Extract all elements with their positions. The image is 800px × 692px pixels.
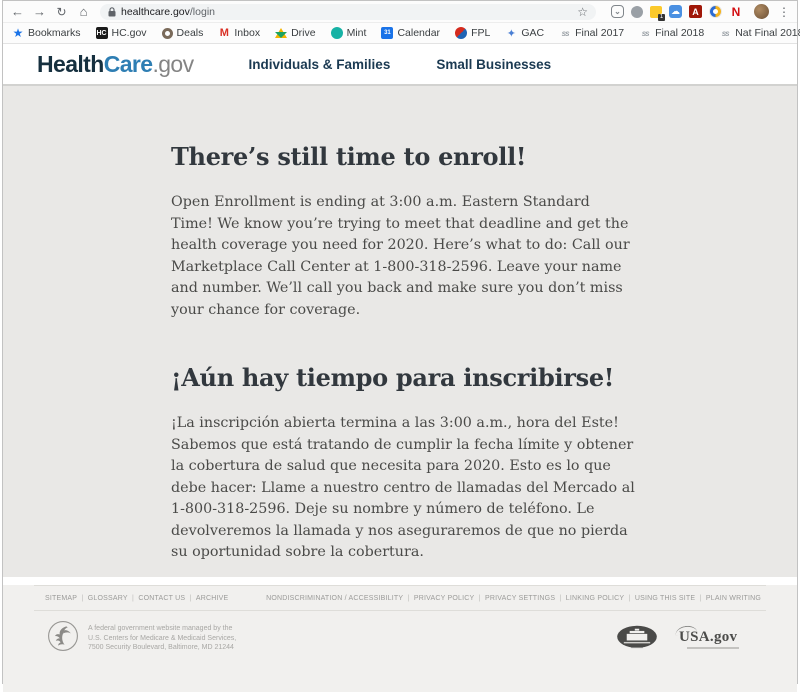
nav-small-businesses[interactable]: Small Businesses	[436, 57, 551, 72]
bookmark-label: FPL	[471, 27, 490, 39]
bookmark-hcgov[interactable]: HC HC.gov	[96, 27, 147, 39]
enrollment-message: There’s still time to enroll! Open Enrol…	[171, 86, 635, 592]
bookmarks-bar: ★ Bookmarks HC HC.gov Deals M Inbox Driv…	[3, 23, 797, 44]
logo-health: Health	[37, 51, 104, 77]
footer-link-privacy-policy[interactable]: PRIVACY POLICY	[414, 595, 485, 602]
mint-icon	[331, 27, 343, 39]
footer-link-nondiscrimination[interactable]: NONDISCRIMINATION / ACCESSIBILITY	[266, 595, 414, 602]
bookmark-label: GAC	[521, 27, 544, 39]
footer-link-privacy-settings[interactable]: PRIVACY SETTINGS	[485, 595, 566, 602]
notes-extension-icon[interactable]: 1	[650, 6, 662, 18]
bookmark-star-icon[interactable]: ☆	[577, 5, 588, 19]
bookmark-label: Drive	[291, 27, 316, 39]
agency-line-1: A federal government website managed by …	[88, 624, 236, 634]
main-nav: Individuals & Families Small Businesses	[249, 57, 552, 72]
usagov-logo[interactable]: USA.gov	[679, 629, 739, 649]
url-path: /login	[190, 6, 215, 18]
logo-care: Care	[104, 51, 153, 77]
browser-window: ← → ↻ ⌂ healthcare.gov/login ☆ ⌄ 1 ☁ A N…	[2, 0, 798, 684]
lock-icon	[108, 7, 116, 17]
browser-menu-icon[interactable]: ⋮	[778, 5, 790, 19]
sas-favicon: ss	[639, 27, 651, 39]
footer-link-linking-policy[interactable]: LINKING POLICY	[566, 595, 635, 602]
spanish-paragraph: ¡La inscripción abierta termina a las 3:…	[171, 413, 635, 564]
bookmark-label: Nat Final 2018	[735, 27, 800, 39]
page-body: There’s still time to enroll! Open Enrol…	[3, 86, 797, 577]
footer-links-right: NONDISCRIMINATION / ACCESSIBILITY PRIVAC…	[266, 595, 761, 602]
bookmark-final-2018[interactable]: ss Final 2018	[639, 27, 704, 39]
star-icon: ★	[12, 27, 24, 39]
gmail-icon: M	[218, 27, 230, 39]
circle-extension-icon[interactable]	[631, 6, 643, 18]
pocket-extension-icon[interactable]: ⌄	[611, 5, 624, 18]
agency-line-2: U.S. Centers for Medicare & Medicaid Ser…	[88, 634, 236, 644]
gac-favicon: ✦	[505, 27, 517, 39]
bookmark-label: Calendar	[397, 27, 440, 39]
bookmark-final-2017[interactable]: ss Final 2017	[559, 27, 624, 39]
nav-individuals-families[interactable]: Individuals & Families	[249, 57, 391, 72]
compass-extension-icon[interactable]	[709, 5, 722, 18]
bookmark-mint[interactable]: Mint	[331, 27, 367, 39]
bookmark-label: Mint	[347, 27, 367, 39]
bookmark-inbox[interactable]: M Inbox	[218, 27, 260, 39]
calendar-icon: 31	[381, 27, 393, 39]
netflix-extension-icon[interactable]: N	[729, 5, 743, 19]
footer-links-left: SITEMAP GLOSSARY CONTACT US ARCHIVE	[45, 595, 228, 602]
footer-link-contact-us[interactable]: CONTACT US	[138, 595, 195, 602]
url-text: healthcare.gov/login	[121, 6, 215, 18]
deals-favicon	[162, 28, 173, 39]
footer-link-glossary[interactable]: GLOSSARY	[88, 595, 139, 602]
footer-link-sitemap[interactable]: SITEMAP	[45, 595, 88, 602]
bookmark-calendar[interactable]: 31 Calendar	[381, 27, 440, 39]
site-footer: SITEMAP GLOSSARY CONTACT US ARCHIVE NOND…	[3, 585, 797, 692]
bookmark-label: Bookmarks	[28, 27, 81, 39]
bookmark-label: Final 2017	[575, 27, 624, 39]
drive-icon	[275, 28, 287, 38]
logo-gov: .gov	[152, 51, 193, 77]
bookmark-fpl[interactable]: FPL	[455, 27, 490, 39]
site-header: HealthCare.gov Individuals & Families Sm…	[3, 44, 797, 86]
footer-link-archive[interactable]: ARCHIVE	[196, 595, 229, 602]
bookmark-nat-final-2018[interactable]: ss Nat Final 2018	[719, 27, 800, 39]
url-domain: healthcare.gov	[121, 6, 190, 18]
bookmark-deals[interactable]: Deals	[162, 27, 204, 39]
back-icon[interactable]: ←	[8, 2, 27, 22]
extension-badge: 1	[658, 14, 665, 21]
white-house-logo-icon[interactable]	[615, 624, 659, 654]
healthcare-gov-logo[interactable]: HealthCare.gov	[37, 51, 194, 78]
sas-favicon: ss	[559, 27, 571, 39]
footer-links: SITEMAP GLOSSARY CONTACT US ARCHIVE NOND…	[3, 586, 797, 610]
english-paragraph: Open Enrollment is ending at 3:00 a.m. E…	[171, 192, 635, 321]
extensions-row: ⌄ 1 ☁ A N	[611, 5, 743, 19]
bookmark-label: Deals	[177, 27, 204, 39]
agency-text: A federal government website managed by …	[88, 624, 236, 653]
footer-logos: USA.gov	[615, 624, 767, 654]
footer-bottom: A federal government website managed by …	[3, 611, 797, 657]
english-heading: There’s still time to enroll!	[171, 142, 635, 171]
spanish-heading: ¡Aún hay tiempo para inscribirse!	[171, 363, 635, 392]
usagov-tagline	[687, 647, 739, 649]
usagov-label: USA.gov	[679, 629, 737, 646]
bookmark-label: Final 2018	[655, 27, 704, 39]
bookmark-label: HC.gov	[112, 27, 147, 39]
fpl-favicon	[455, 27, 467, 39]
bookmark-drive[interactable]: Drive	[275, 27, 316, 39]
forward-icon[interactable]: →	[30, 2, 49, 22]
reload-icon[interactable]: ↻	[52, 2, 71, 22]
home-icon[interactable]: ⌂	[74, 2, 93, 22]
bookmark-bookmarks[interactable]: ★ Bookmarks	[12, 27, 81, 39]
acrobat-extension-icon[interactable]: A	[689, 5, 702, 18]
bookmark-label: Inbox	[234, 27, 260, 39]
footer-link-plain-writing[interactable]: PLAIN WRITING	[706, 595, 761, 602]
address-bar[interactable]: healthcare.gov/login ☆	[100, 4, 596, 20]
footer-link-using-this-site[interactable]: USING THIS SITE	[635, 595, 706, 602]
hhs-logo-icon	[47, 620, 79, 657]
browser-toolbar: ← → ↻ ⌂ healthcare.gov/login ☆ ⌄ 1 ☁ A N…	[3, 1, 797, 23]
sas-favicon: ss	[719, 27, 731, 39]
agency-line-3: 7500 Security Boulevard, Baltimore, MD 2…	[88, 643, 236, 653]
bookmark-gac[interactable]: ✦ GAC	[505, 27, 544, 39]
cloud-extension-icon[interactable]: ☁	[669, 5, 682, 18]
profile-avatar[interactable]	[754, 4, 769, 19]
hcgov-favicon: HC	[96, 27, 108, 39]
